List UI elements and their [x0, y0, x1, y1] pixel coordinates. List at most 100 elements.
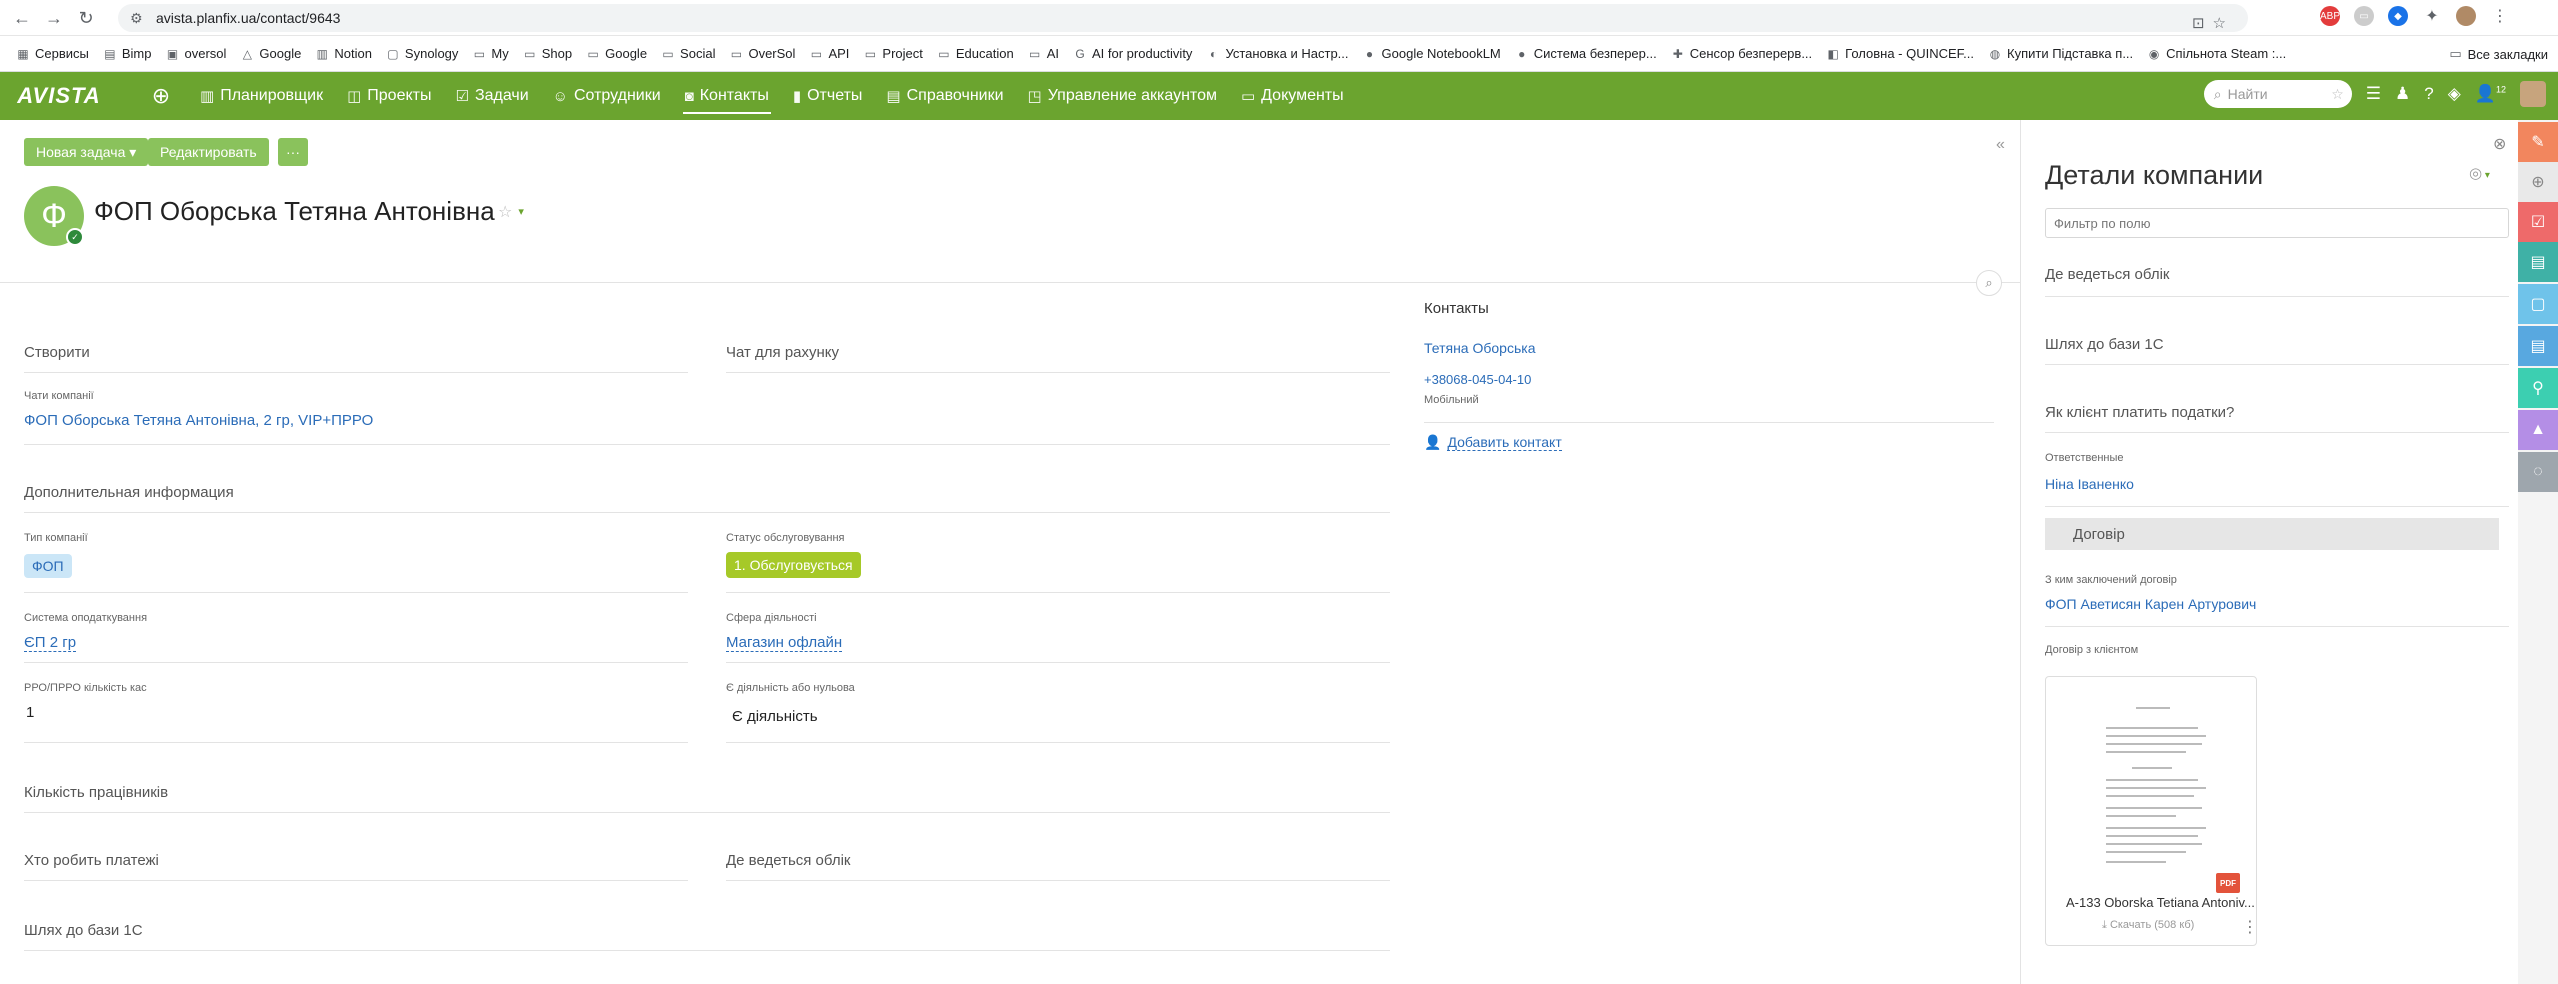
bookmark-item[interactable]: ● Система безперер...: [1515, 46, 1657, 61]
chevron-down-icon[interactable]: ▾: [518, 205, 524, 222]
tasks-icon[interactable]: ☑: [2518, 202, 2558, 242]
menu-item-tasks[interactable]: ☑ Задачи: [443, 72, 540, 120]
notes-icon[interactable]: ▤: [2518, 326, 2558, 366]
favorite-star-icon[interactable]: ☆: [498, 202, 512, 222]
help-icon[interactable]: ?: [2424, 84, 2433, 104]
avista-logo[interactable]: AVISTA: [12, 72, 106, 120]
menu-item-account-management[interactable]: ◳ Управление аккаунтом: [1016, 72, 1229, 120]
service-status-badge[interactable]: 1. Обслуговується: [726, 552, 861, 578]
reload-icon[interactable]: ↻: [72, 4, 100, 32]
search-input[interactable]: ⌕ Найти ☆: [2203, 80, 2352, 108]
visibility-icon[interactable]: ◎ ▾: [2469, 164, 2490, 182]
edit-button[interactable]: Редактировать: [148, 138, 269, 166]
bookmark-item[interactable]: ▭ OverSol: [729, 46, 796, 61]
new-task-button[interactable]: Новая задача ▾: [24, 138, 149, 166]
bookmark-item[interactable]: ▭ Shop: [523, 46, 572, 61]
site-settings-icon[interactable]: ⚙: [130, 10, 146, 26]
extension-icon[interactable]: ▭: [2354, 6, 2374, 26]
file-menu-icon[interactable]: ⋮: [2242, 917, 2258, 937]
inbox-icon[interactable]: ▤: [2518, 242, 2558, 282]
install-icon[interactable]: ⊡: [2192, 14, 2205, 32]
star-icon[interactable]: ☆: [2331, 86, 2344, 103]
search-icon[interactable]: ⚲: [2518, 368, 2558, 408]
bookmark-item[interactable]: ▭ Social: [661, 46, 715, 61]
bookmark-item[interactable]: ▣ oversol: [166, 46, 227, 61]
history-icon[interactable]: ◌: [2518, 452, 2558, 492]
notifications-icon[interactable]: 👤12: [2475, 84, 2506, 104]
chat-for-account-title[interactable]: Чат для рахунку: [726, 344, 839, 361]
bookmark-item[interactable]: G AI for productivity: [1073, 46, 1192, 61]
menu-item-employees[interactable]: ☺ Сотрудники: [541, 72, 673, 120]
browser-menu-icon[interactable]: ⋮: [2490, 6, 2510, 26]
menu-item-contacts[interactable]: ◙ Контакты: [673, 72, 781, 120]
where-accounting-title[interactable]: Де ведеться облік: [726, 852, 850, 869]
profile-avatar[interactable]: [2456, 6, 2476, 26]
pin-icon[interactable]: ⊕: [2518, 162, 2558, 202]
menu-item-projects[interactable]: ◫ Проекты: [335, 72, 443, 120]
bookmark-item[interactable]: ◐ Установка и Настр...: [1206, 46, 1349, 61]
bookmark-item[interactable]: △ Google: [240, 46, 302, 61]
bookmark-item[interactable]: ▥ Notion: [315, 46, 372, 61]
all-bookmarks[interactable]: ▭ Все закладки: [2449, 46, 2548, 62]
search-fields-icon[interactable]: ⌕: [1976, 270, 2002, 296]
person-icon[interactable]: ♟: [2395, 84, 2410, 104]
files-icon[interactable]: ▢: [2518, 284, 2558, 324]
back-icon[interactable]: ←: [8, 4, 36, 32]
more-button[interactable]: ···: [278, 138, 308, 166]
user-avatar[interactable]: [2520, 81, 2546, 107]
layers-icon[interactable]: ◈: [2448, 84, 2461, 104]
menu-item-documents[interactable]: ▭ Документы: [1229, 72, 1356, 120]
shield-icon[interactable]: ◆: [2388, 6, 2408, 26]
bookmark-item[interactable]: ▭ API: [809, 46, 850, 61]
menu-item-planner[interactable]: ▥ Планировщик: [188, 72, 335, 120]
bookmark-item[interactable]: ▭ My: [472, 46, 509, 61]
close-icon[interactable]: ⊗: [2493, 134, 2506, 154]
adblock-icon[interactable]: ABP: [2320, 6, 2340, 26]
activity-value[interactable]: Магазин офлайн: [726, 634, 843, 652]
bookmark-item[interactable]: ▭ Project: [863, 46, 923, 61]
tax-system-value[interactable]: ЄП 2 гр: [24, 634, 77, 652]
where-accounting-title[interactable]: Де ведеться облік: [2045, 266, 2169, 283]
list-icon[interactable]: ☰: [2366, 84, 2381, 104]
collapse-panel-icon[interactable]: «: [1996, 136, 2005, 154]
bookmark-item[interactable]: ▭ Education: [937, 46, 1014, 61]
path-1c-title[interactable]: Шлях до бази 1С: [24, 922, 143, 939]
address-bar[interactable]: ⚙ avista.planfix.ua/contact/9643 ⊡ ☆: [118, 4, 2248, 32]
create-section-title[interactable]: Створити: [24, 344, 90, 361]
company-type-tag[interactable]: ФОП: [24, 554, 72, 578]
bookmark-item[interactable]: ▭ Google: [586, 46, 647, 61]
menu-item-reports[interactable]: ▮ Отчеты: [781, 72, 875, 120]
contract-file-card[interactable]: PDF А-133 Oborska Tetiana Antoniv... ⤓ С…: [2045, 676, 2258, 946]
bookmark-item[interactable]: ◍ Купити Підставка п...: [1988, 46, 2133, 61]
add-icon[interactable]: ⊕: [146, 81, 176, 111]
activity-zero-value[interactable]: Є діяльність: [732, 708, 818, 725]
contact-person-link[interactable]: Тетяна Оборська: [1424, 340, 1535, 356]
download-link[interactable]: ⤓ Скачать (508 кб): [2102, 919, 2194, 932]
bookmark-item[interactable]: ▤ Bimp: [103, 46, 151, 61]
puzzle-icon[interactable]: ✦: [2422, 6, 2442, 26]
contact-phone-link[interactable]: +38068-045-04-10: [1424, 372, 1531, 387]
bookmark-item[interactable]: ◧ Головна - QUINCEF...: [1826, 46, 1974, 61]
how-pays-taxes-title[interactable]: Як клієнт платить податки?: [2045, 404, 2234, 421]
rro-value[interactable]: 1: [26, 704, 34, 721]
forward-icon[interactable]: →: [40, 4, 68, 32]
contract-section-header[interactable]: Договір: [2045, 518, 2499, 550]
bookmark-item[interactable]: ✚ Сенсор безперерв...: [1671, 46, 1812, 61]
bookmark-star-icon[interactable]: ☆: [2213, 14, 2226, 32]
analytics-icon[interactable]: ▲: [2518, 410, 2558, 450]
company-chats-link[interactable]: ФОП Оборська Тетяна Антонівна, 2 гр, VIP…: [24, 412, 373, 429]
bookmark-item[interactable]: ▦ Сервисы: [16, 46, 89, 61]
employees-title[interactable]: Кількість працівників: [24, 784, 168, 801]
path-1c-title[interactable]: Шлях до бази 1С: [2045, 336, 2164, 353]
bookmark-item[interactable]: ◉ Спільнота Steam :...: [2147, 46, 2286, 61]
comments-icon[interactable]: ✎: [2518, 122, 2558, 162]
menu-item-directories[interactable]: ▤ Справочники: [874, 72, 1015, 120]
bookmark-item[interactable]: ▭ AI: [1028, 46, 1059, 61]
who-pays-title[interactable]: Хто робить платежі: [24, 852, 159, 869]
bookmark-item[interactable]: ▢ Synology: [386, 46, 458, 61]
responsible-link[interactable]: Ніна Іваненко: [2045, 476, 2134, 492]
bookmark-item[interactable]: ● Google NotebookLM: [1363, 46, 1501, 61]
filter-input[interactable]: Фильтр по полю: [2045, 208, 2509, 238]
add-contact-button[interactable]: 👤 Добавить контакт: [1424, 434, 1562, 451]
contract-with-link[interactable]: ФОП Аветисян Карен Артурович: [2045, 596, 2256, 612]
